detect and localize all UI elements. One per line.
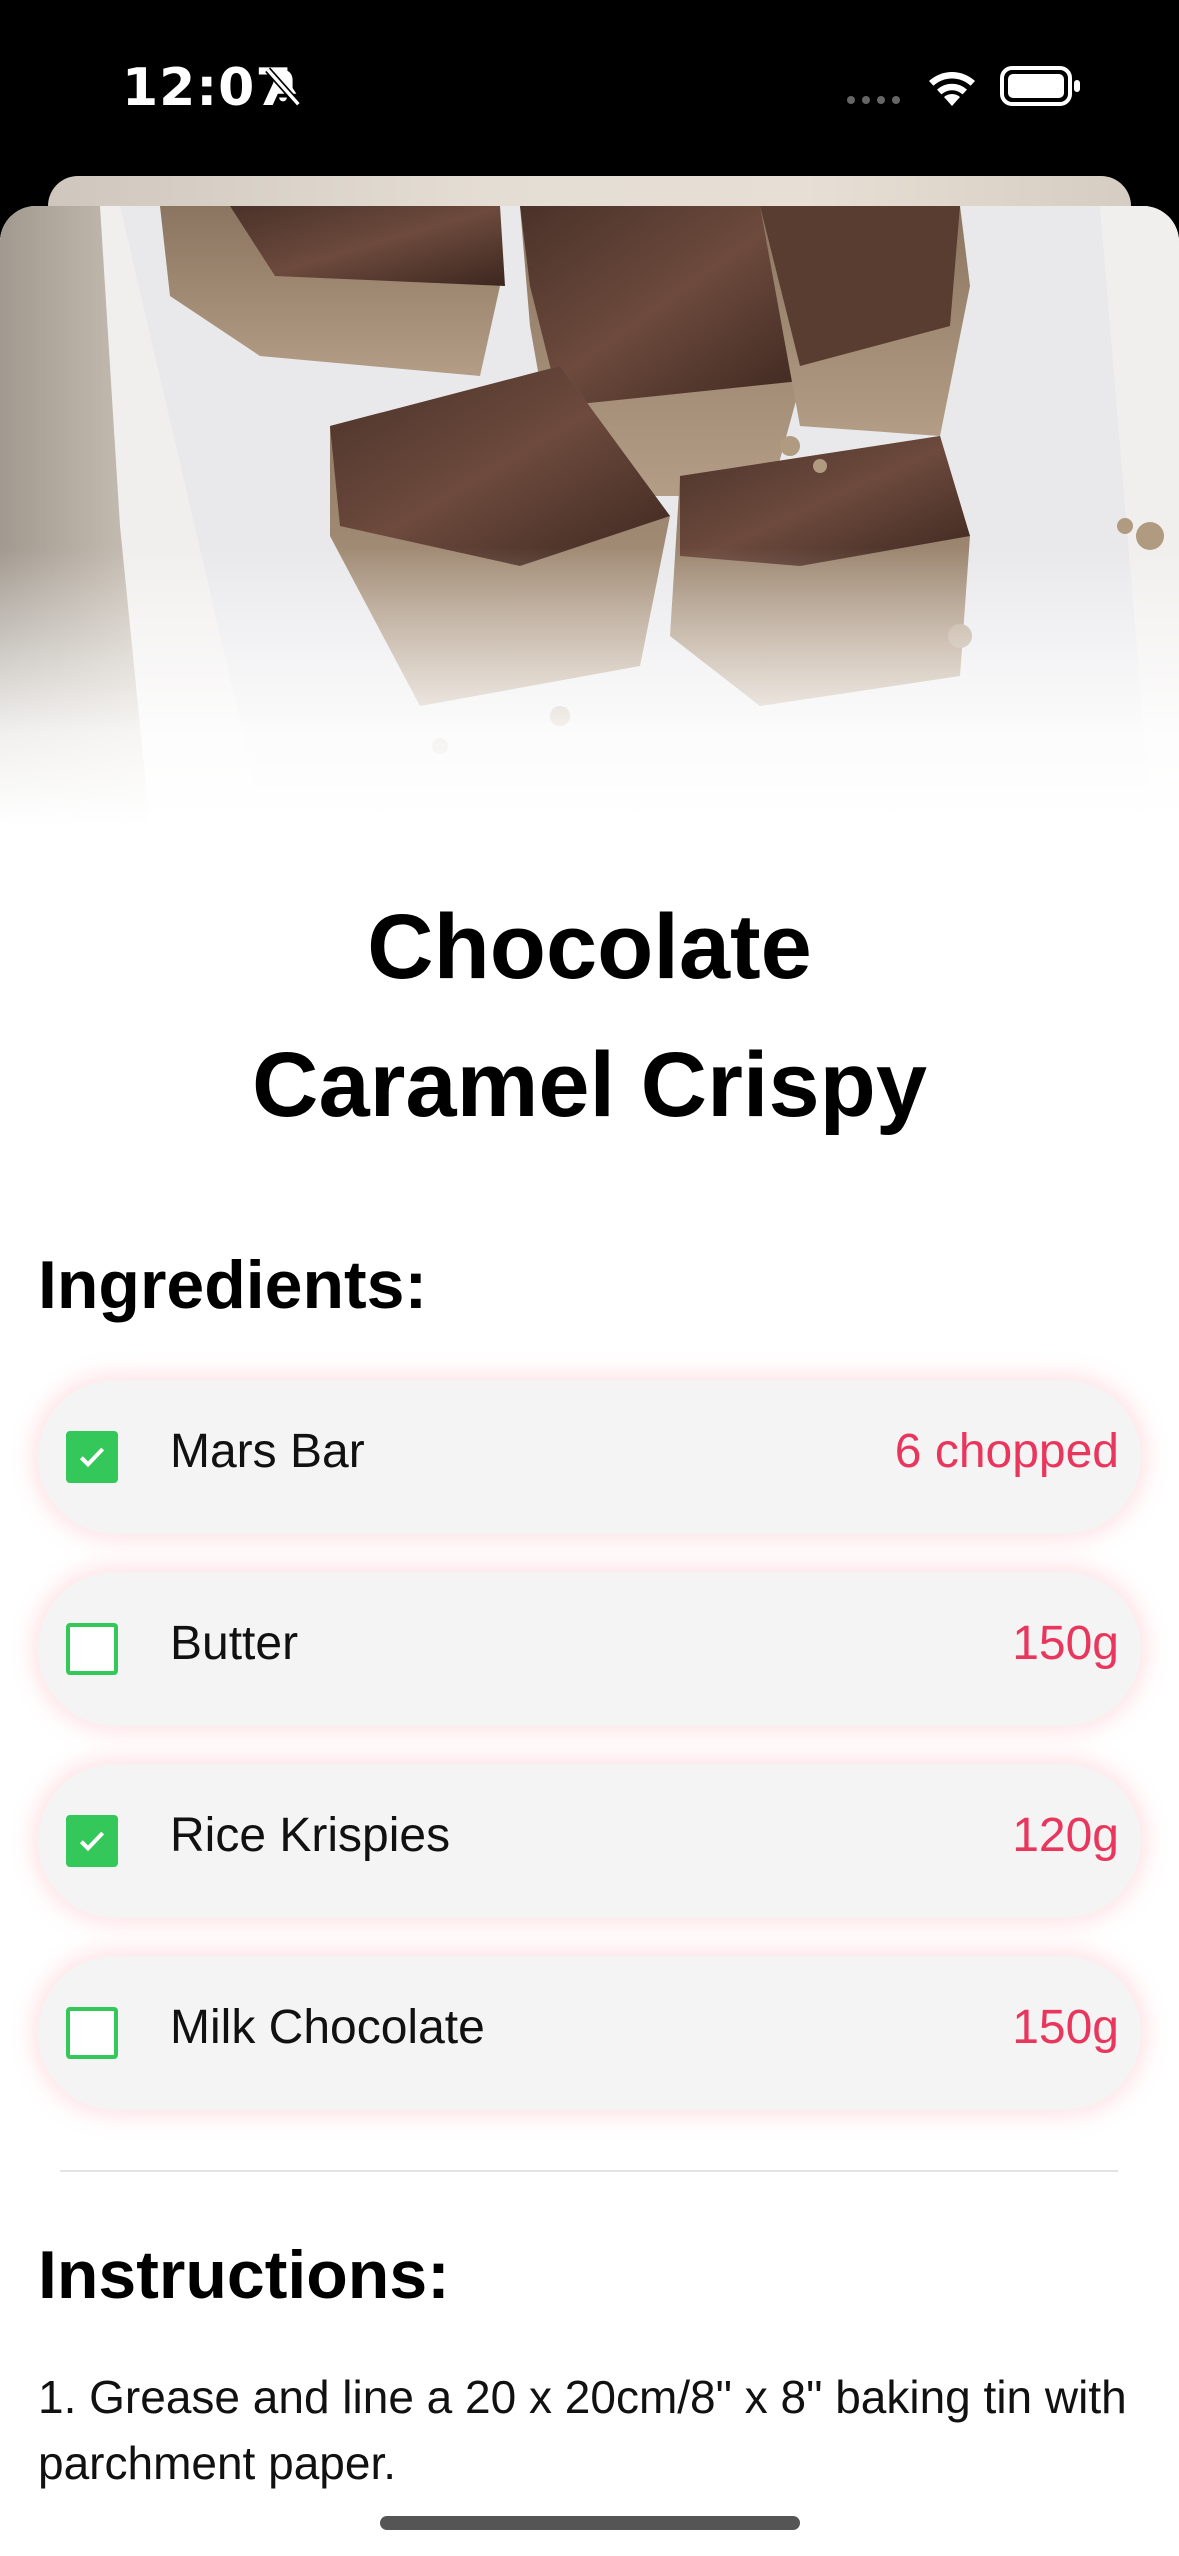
screen: 12:07 Chocolate Caramel Crispy Ingredien…	[0, 0, 1179, 2556]
ingredient-quantity: 150g	[1012, 2001, 1119, 2054]
ingredient-item[interactable]: Mars Bar 6 chopped	[38, 1380, 1141, 1534]
section-divider	[60, 2170, 1118, 2172]
ingredient-checkbox[interactable]	[66, 1815, 118, 1867]
status-bar: 12:07	[0, 0, 1179, 170]
recipe-title: Chocolate Caramel Crispy	[0, 878, 1179, 1154]
ingredient-list: Mars Bar 6 chopped Butter 150g Rice Kris…	[38, 1380, 1141, 2148]
ingredient-name: Rice Krispies	[170, 1809, 451, 1862]
ingredient-item[interactable]: Milk Chocolate 150g	[38, 1956, 1141, 2110]
instruction-step: 1. Grease and line a 20 x 20cm/8" x 8" b…	[38, 2371, 1127, 2489]
ingredients-heading: Ingredients:	[38, 1247, 428, 1323]
battery-icon	[1000, 66, 1080, 106]
ingredient-name: Mars Bar	[170, 1425, 365, 1478]
wifi-icon	[929, 72, 975, 106]
checkmark-icon	[79, 1831, 105, 1852]
ingredient-quantity: 120g	[1012, 1809, 1119, 1862]
instructions-heading: Instructions:	[38, 2237, 450, 2313]
ingredient-name: Milk Chocolate	[170, 2001, 485, 2054]
hero-image	[0, 206, 1179, 826]
ingredient-checkbox[interactable]	[66, 1431, 118, 1483]
hero-fade-overlay	[0, 206, 1179, 826]
ingredient-checkbox[interactable]	[66, 2007, 118, 2059]
ingredient-item[interactable]: Rice Krispies 120g	[38, 1764, 1141, 1918]
home-indicator[interactable]	[380, 2516, 800, 2530]
signal-dots-icon	[847, 96, 900, 104]
ingredient-item[interactable]: Butter 150g	[38, 1572, 1141, 1726]
ingredient-quantity: 6 chopped	[894, 1425, 1119, 1478]
ingredient-name: Butter	[170, 1617, 299, 1670]
ingredient-quantity: 150g	[1012, 1617, 1119, 1670]
bell-slash-icon	[265, 67, 301, 107]
ingredient-checkbox[interactable]	[66, 1623, 118, 1675]
checkmark-icon	[79, 1447, 105, 1468]
recipe-title-line-2: Caramel Crispy	[252, 1034, 927, 1136]
recipe-title-line-1: Chocolate	[367, 896, 812, 998]
